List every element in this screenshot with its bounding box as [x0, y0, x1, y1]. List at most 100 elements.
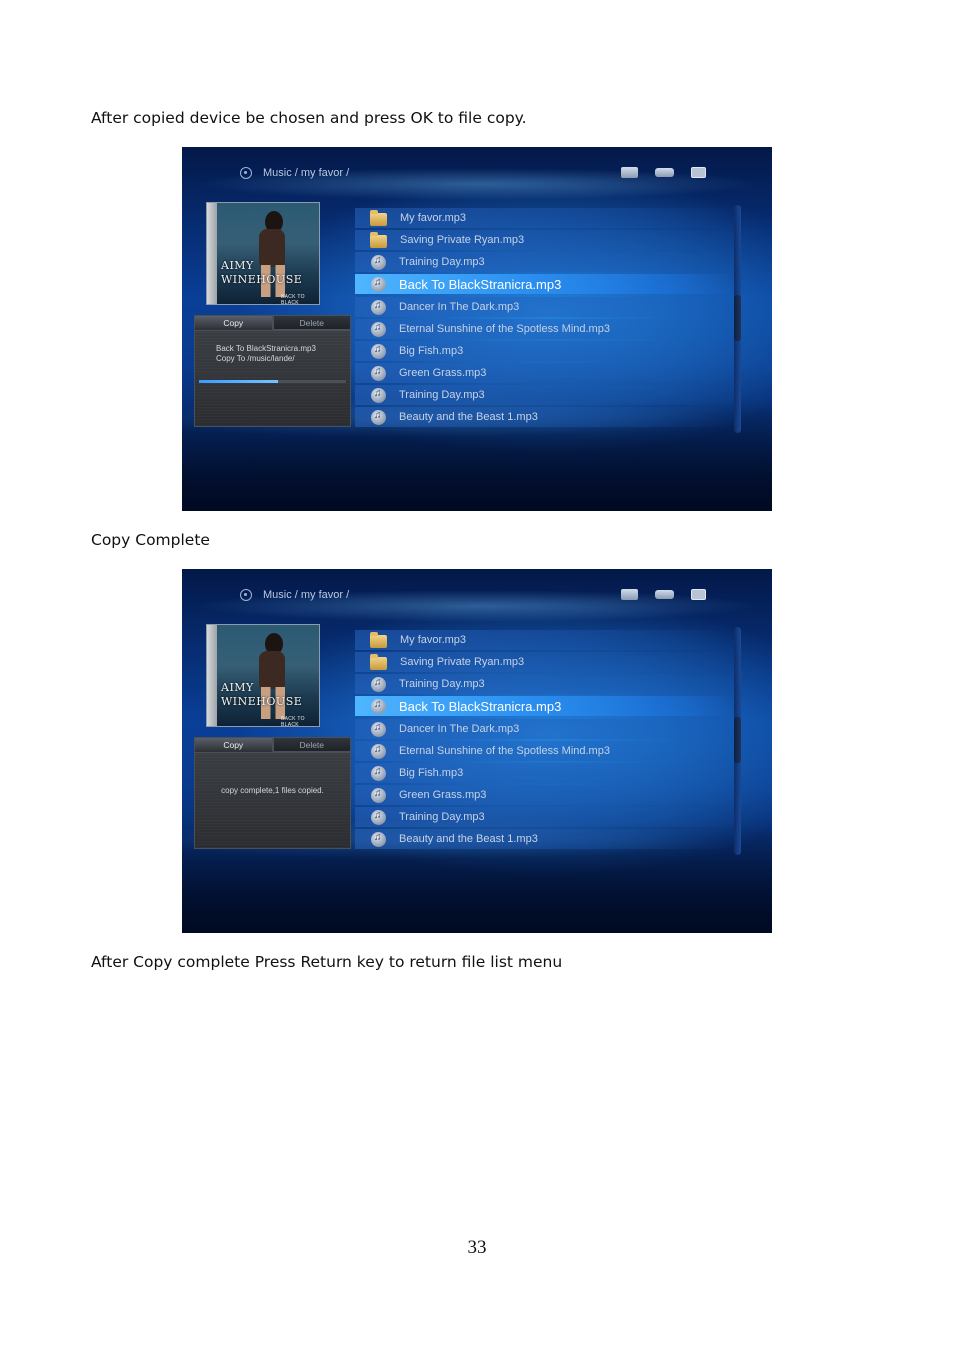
tab-copy[interactable]: Copy [194, 315, 273, 330]
list-item-selected[interactable]: Back To BlackStranicra.mp3 [355, 696, 735, 716]
album-artist-line2: WINEHOUSE [221, 273, 303, 286]
list-item[interactable]: Dancer In The Dark.mp3 [355, 719, 735, 739]
file-name: Beauty and the Beast 1.mp3 [399, 833, 538, 845]
file-name: Big Fish.mp3 [399, 767, 464, 779]
cd-case-spine [207, 203, 217, 304]
caption-return-instruction: After Copy complete Press Return key to … [91, 953, 563, 971]
folder-icon[interactable] [621, 589, 638, 600]
list-item[interactable]: Big Fish.mp3 [355, 341, 735, 361]
list-item[interactable]: Green Grass.mp3 [355, 785, 735, 805]
scrollbar-thumb[interactable] [734, 295, 741, 341]
file-name: Saving Private Ryan.mp3 [400, 234, 525, 246]
album-artist-line1: AIMY [221, 681, 254, 694]
media-player-screen-complete: Music / my favor / AIMY WINEHOUSE BACK TO… [182, 569, 772, 933]
music-note-icon [371, 787, 386, 803]
music-note-icon [371, 365, 386, 381]
list-item[interactable]: Training Day.mp3 [355, 385, 735, 405]
file-name: Green Grass.mp3 [399, 367, 487, 379]
folder-icon [370, 631, 387, 648]
music-note-icon [371, 409, 386, 425]
list-item[interactable]: Green Grass.mp3 [355, 363, 735, 383]
album-cover: AIMY WINEHOUSE BACK TO BLACK [206, 202, 320, 305]
breadcrumb: Music / my favor / [240, 588, 349, 602]
copy-complete-message: copy complete,1 files copied. [221, 786, 324, 795]
album-artist-line2: WINEHOUSE [221, 695, 303, 708]
grid-view-icon[interactable] [691, 167, 706, 178]
list-item[interactable]: Training Day.mp3 [355, 252, 735, 272]
album-artist: AIMY WINEHOUSE [221, 681, 302, 709]
music-note-icon [371, 276, 386, 292]
file-name: My favor.mp3 [400, 212, 467, 224]
music-note-icon [371, 721, 386, 737]
top-icon-bar [621, 167, 706, 178]
scrollbar[interactable] [734, 627, 741, 855]
file-name: Training Day.mp3 [399, 811, 485, 823]
usb-icon[interactable] [655, 590, 674, 599]
list-item[interactable]: Eternal Sunshine of the Spotless Mind.mp… [355, 741, 735, 761]
list-item[interactable]: Saving Private Ryan.mp3 [355, 230, 735, 250]
music-note-icon [371, 343, 386, 359]
music-note-icon [371, 765, 386, 781]
disc-icon [240, 167, 252, 179]
list-item[interactable]: Beauty and the Beast 1.mp3 [355, 407, 735, 427]
list-item[interactable]: My favor.mp3 [355, 208, 735, 228]
tab-delete[interactable]: Delete [272, 315, 351, 330]
copy-progress-fill [199, 380, 279, 383]
music-note-icon [371, 321, 386, 337]
folder-icon[interactable] [621, 167, 638, 178]
tab-delete[interactable]: Delete [272, 737, 351, 752]
album-cover: AIMY WINEHOUSE BACK TO BLACK [206, 624, 320, 727]
file-name: Back To BlackStranicra.mp3 [399, 698, 562, 714]
caption-copy-complete: Copy Complete [91, 531, 210, 549]
file-name: Big Fish.mp3 [399, 345, 464, 357]
page-number: 33 [467, 1237, 487, 1258]
copy-progress-bar [199, 380, 346, 383]
file-name: Saving Private Ryan.mp3 [400, 656, 525, 668]
file-name: Eternal Sunshine of the Spotless Mind.mp… [399, 323, 610, 335]
caption-copy-instruction: After copied device be chosen and press … [91, 109, 527, 127]
usb-icon[interactable] [655, 168, 674, 177]
file-name: Training Day.mp3 [399, 678, 485, 690]
file-name: Dancer In The Dark.mp3 [399, 301, 520, 313]
breadcrumb: Music / my favor / [240, 166, 349, 180]
copy-status-panel: Back To BlackStranicra.mp3 Copy To /music… [194, 330, 351, 427]
file-name: Eternal Sunshine of the Spotless Mind.mp… [399, 745, 610, 757]
copy-message: Back To BlackStranicra.mp3 Copy To /music… [216, 344, 316, 364]
file-name: Training Day.mp3 [399, 389, 485, 401]
copy-source-file: Back To BlackStranicra.mp3 [216, 344, 316, 353]
tab-copy[interactable]: Copy [194, 737, 273, 752]
scrollbar-thumb[interactable] [734, 717, 741, 763]
top-icon-bar [621, 589, 706, 600]
file-name: Back To BlackStranicra.mp3 [399, 276, 562, 292]
copy-destination: Copy To /music/lande/ [216, 354, 295, 363]
list-item[interactable]: Training Day.mp3 [355, 674, 735, 694]
file-name: Green Grass.mp3 [399, 789, 487, 801]
list-item[interactable]: Beauty and the Beast 1.mp3 [355, 829, 735, 849]
folder-icon [370, 209, 387, 226]
list-item[interactable]: Dancer In The Dark.mp3 [355, 297, 735, 317]
list-item-selected[interactable]: Back To BlackStranicra.mp3 [355, 274, 735, 294]
list-item[interactable]: Big Fish.mp3 [355, 763, 735, 783]
list-item[interactable]: Training Day.mp3 [355, 807, 735, 827]
grid-view-icon[interactable] [691, 589, 706, 600]
music-note-icon [371, 743, 386, 759]
file-name: Dancer In The Dark.mp3 [399, 723, 520, 735]
album-title: BACK TO BLACK [281, 294, 305, 305]
music-note-icon [371, 676, 386, 692]
scrollbar[interactable] [734, 205, 741, 433]
file-name: Training Day.mp3 [399, 256, 485, 268]
cd-case-spine [207, 625, 217, 726]
list-item[interactable]: Eternal Sunshine of the Spotless Mind.mp… [355, 319, 735, 339]
disc-icon [240, 589, 252, 601]
list-item[interactable]: Saving Private Ryan.mp3 [355, 652, 735, 672]
copy-delete-tabs: Copy Delete [194, 315, 351, 330]
album-artist: AIMY WINEHOUSE [221, 259, 302, 287]
music-note-icon [371, 698, 386, 714]
music-note-icon [371, 299, 386, 315]
music-note-icon [371, 809, 386, 825]
music-note-icon [371, 387, 386, 403]
breadcrumb-path: Music / my favor / [263, 167, 350, 179]
list-item[interactable]: My favor.mp3 [355, 630, 735, 650]
folder-icon [370, 231, 387, 248]
copy-delete-tabs: Copy Delete [194, 737, 351, 752]
